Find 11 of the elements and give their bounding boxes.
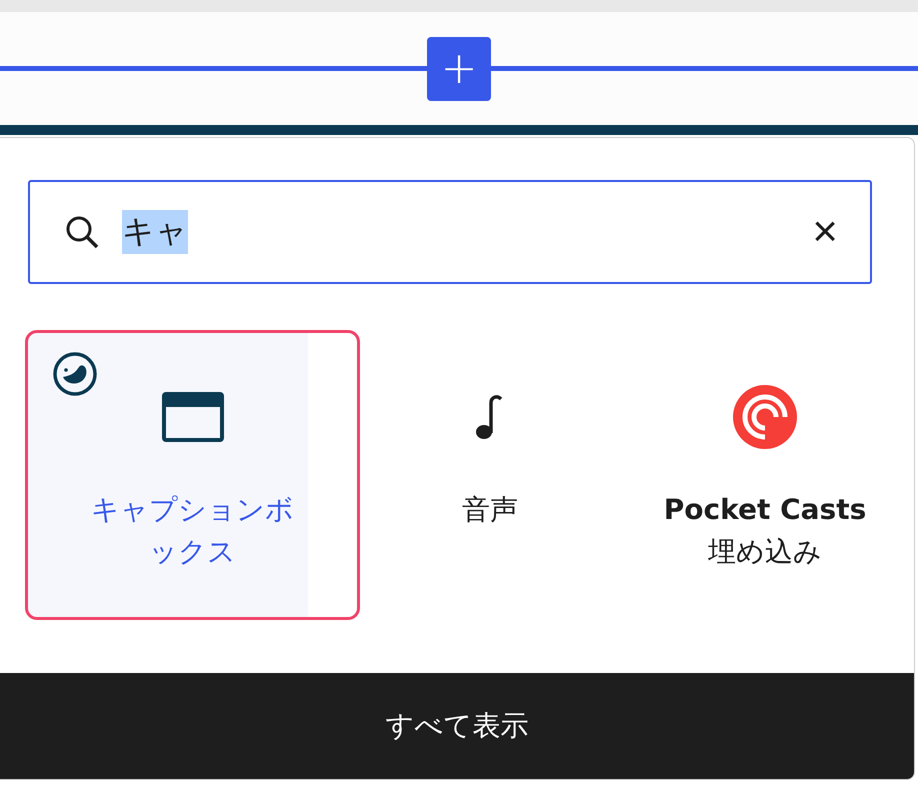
podcast-logo-icon: [733, 385, 797, 449]
block-label: キャプションボックス: [90, 492, 295, 570]
block-label: 音声: [462, 492, 518, 528]
browse-all-button[interactable]: すべて表示: [0, 673, 914, 779]
block-item[interactable]: キャプションボックス: [25, 330, 360, 620]
search-field[interactable]: キャ ×: [28, 180, 872, 284]
clear-search-button[interactable]: ×: [812, 210, 838, 254]
add-block-button[interactable]: +: [427, 36, 491, 100]
search-text: キャ: [122, 210, 188, 254]
window-icon: [162, 392, 224, 442]
block-label: Pocket Casts 埋め込み: [664, 492, 866, 570]
